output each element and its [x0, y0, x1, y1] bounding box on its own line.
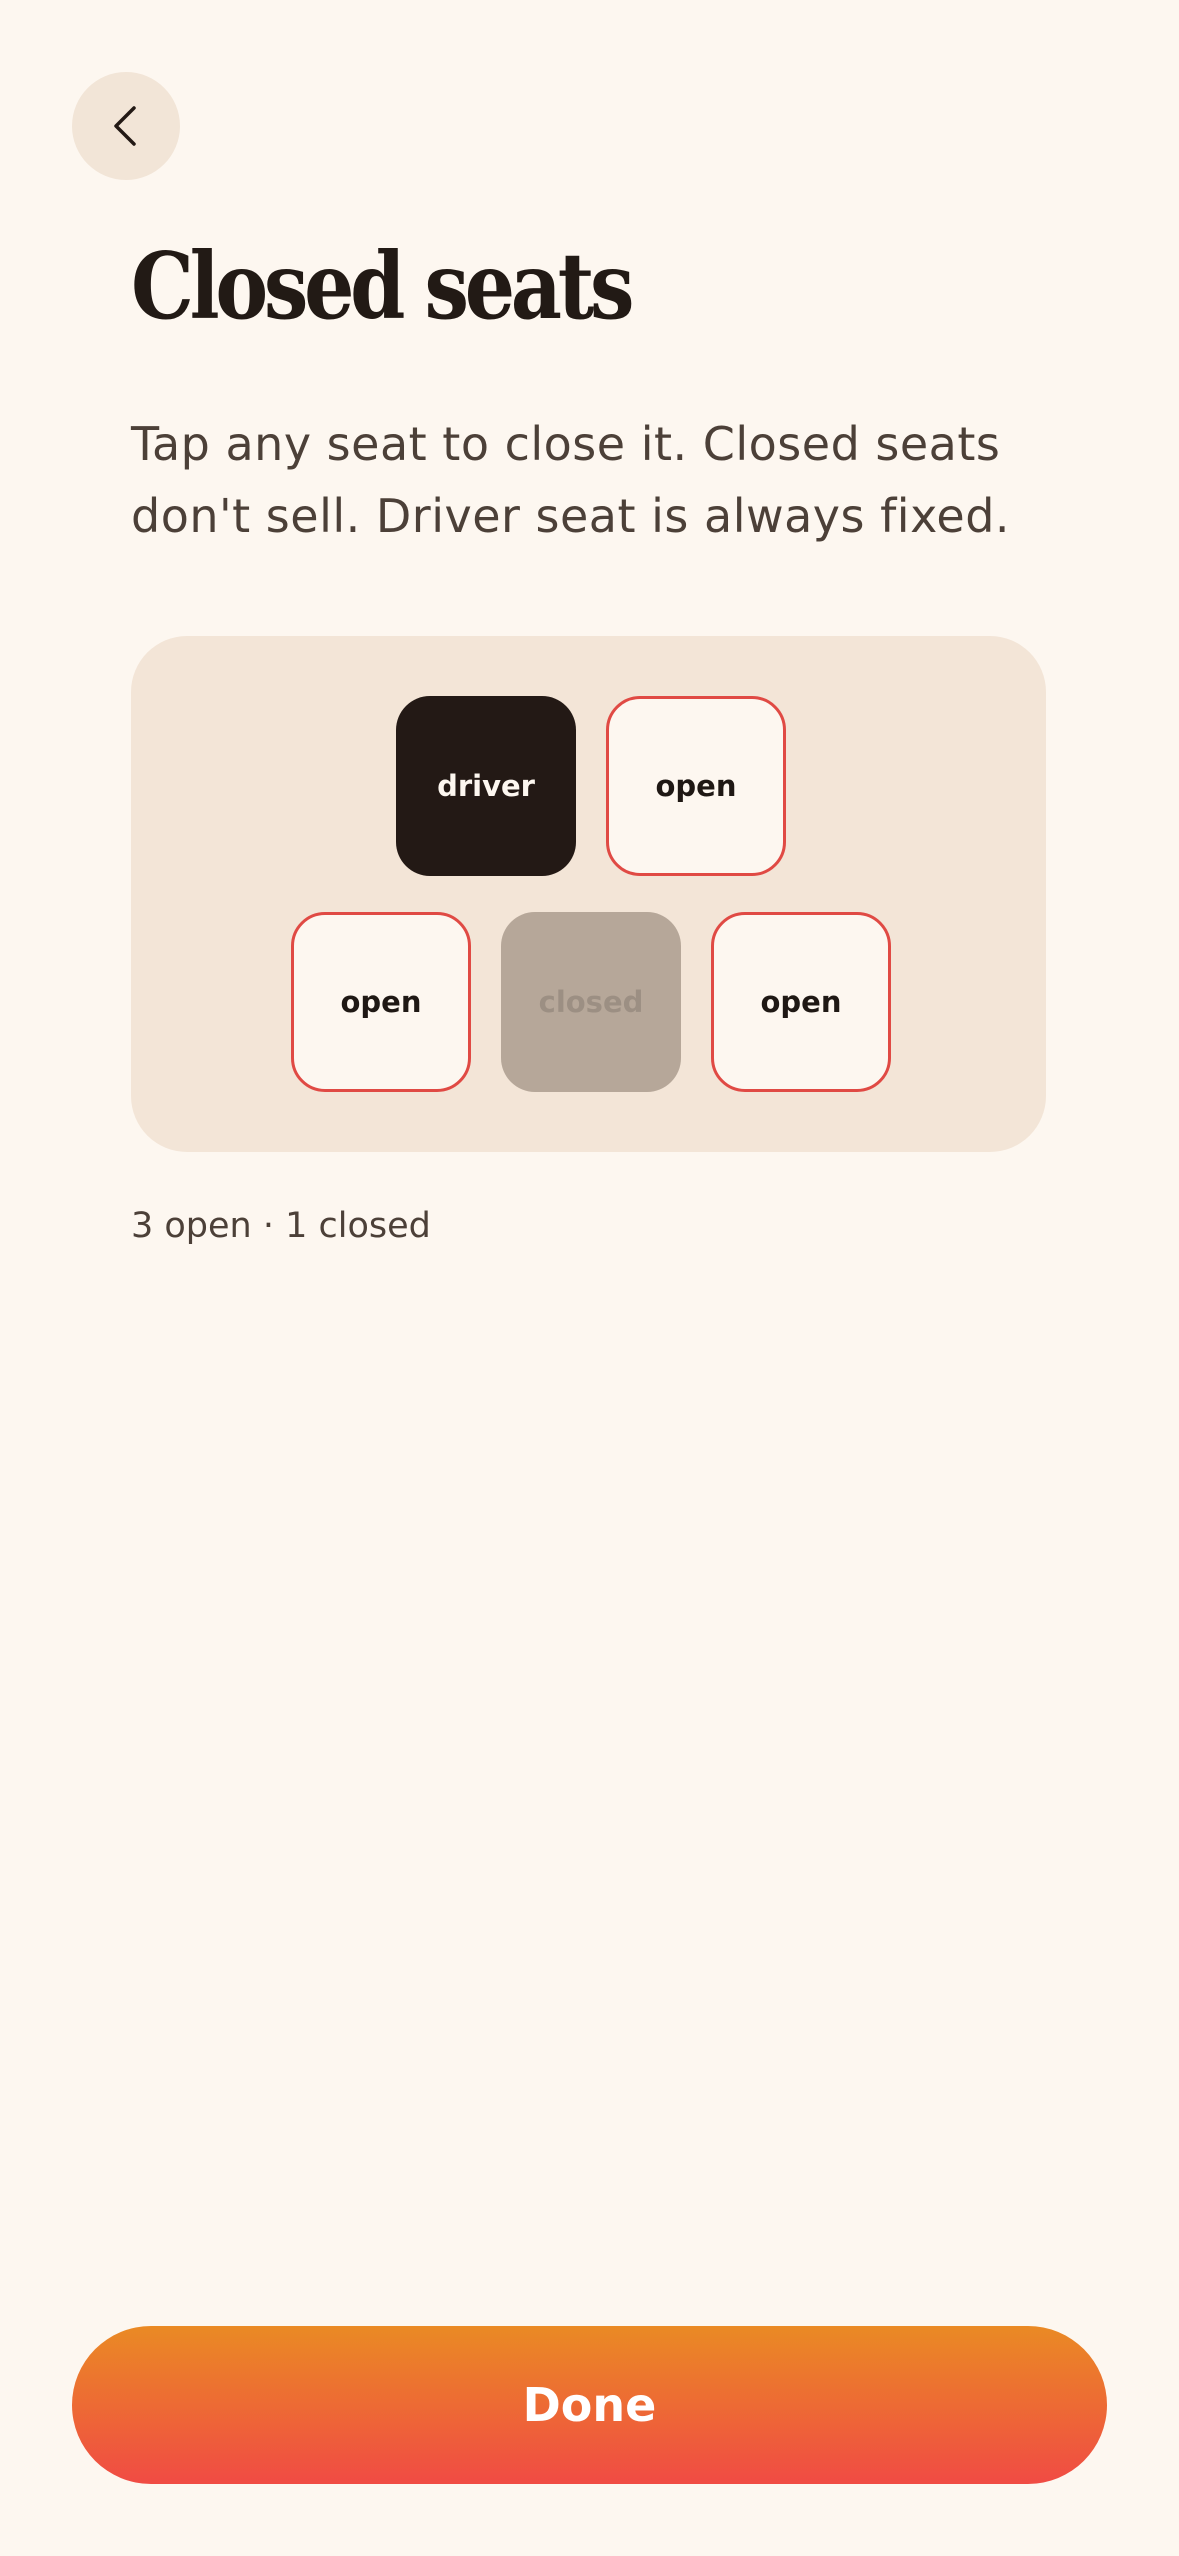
done-button-label: Done	[522, 2378, 657, 2432]
page-description: Tap any seat to close it. Closed seats d…	[131, 417, 1011, 543]
seat-label: open	[340, 985, 422, 1019]
seat-label: open	[655, 769, 737, 803]
done-button[interactable]: Done	[72, 2326, 1107, 2484]
seat-summary: 3 open · 1 closed	[131, 1206, 431, 1246]
back-button[interactable]	[72, 72, 180, 180]
page-title: Closed seats	[131, 232, 634, 340]
seat-rear-right[interactable]: open	[711, 912, 891, 1092]
seat-rear-left[interactable]: open	[291, 912, 471, 1092]
seat-map: driver open open closed open	[131, 636, 1046, 1152]
seat-front-passenger[interactable]: open	[606, 696, 786, 876]
seat-label: open	[760, 985, 842, 1019]
seat-rear-middle[interactable]: closed	[501, 912, 681, 1092]
seat-label: driver	[437, 769, 535, 803]
chevron-left-icon	[106, 102, 146, 150]
seat-label: closed	[538, 985, 644, 1019]
seat-driver: driver	[396, 696, 576, 876]
